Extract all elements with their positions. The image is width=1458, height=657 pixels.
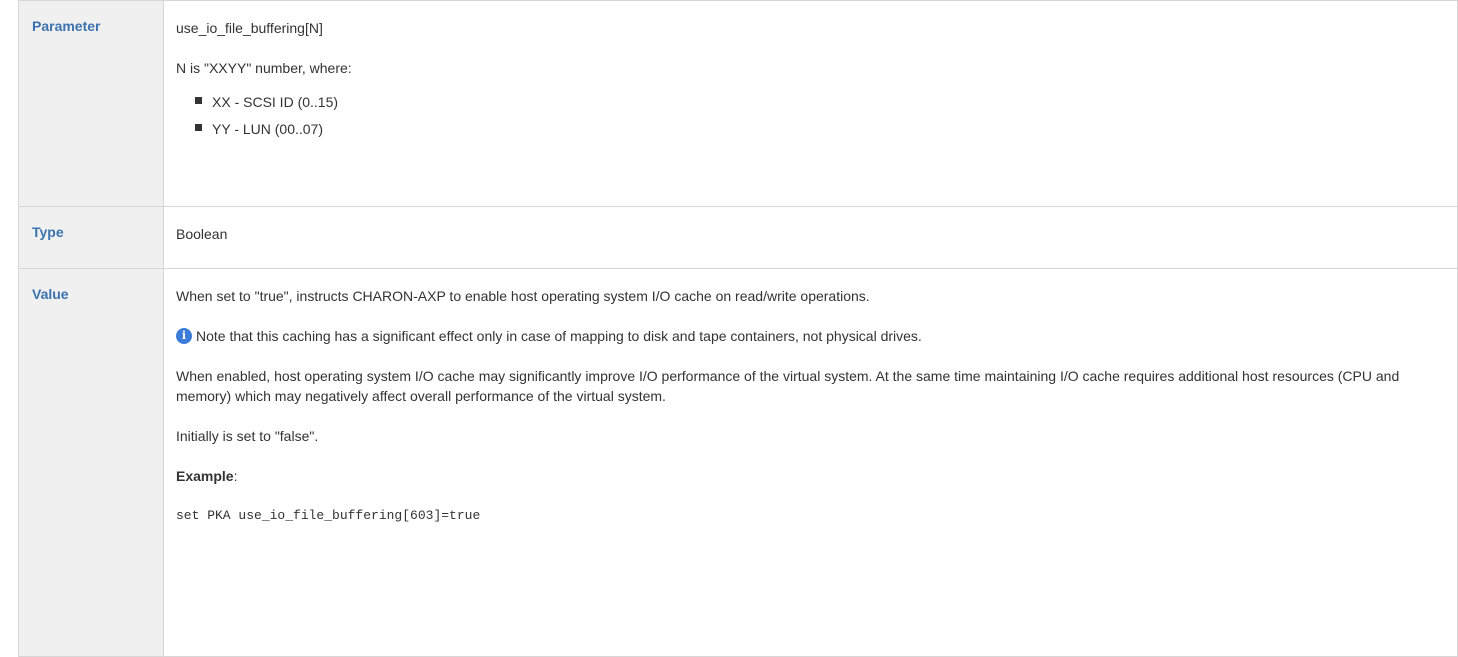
parameter-table: Parameter use_io_file_buffering[N] N is … (18, 0, 1458, 657)
parameter-description: N is "XXYY" number, where: (176, 60, 352, 76)
value-paragraph-2: When enabled, host operating system I/O … (176, 368, 1400, 404)
value-paragraph-1: When set to "true", instructs CHARON-AXP… (176, 288, 870, 304)
table-row-value: Value When set to "true", instructs CHAR… (18, 268, 1458, 657)
square-bullet-icon (195, 124, 202, 131)
header-cell-type: Type (18, 206, 164, 269)
info-note-text: Note that this caching has a significant… (196, 328, 922, 344)
list-item-text: XX - SCSI ID (0..15) (212, 94, 339, 110)
info-note: i Note that this caching has a significa… (176, 326, 1447, 346)
square-bullet-icon (195, 97, 202, 104)
list-item-text: YY - LUN (00..07) (212, 121, 324, 137)
value-cell-value: When set to "true", instructs CHARON-AXP… (163, 268, 1458, 657)
example-label: Example (176, 468, 234, 484)
example-code: set PKA use_io_file_buffering[603]=true (176, 508, 481, 523)
parameter-name: use_io_file_buffering[N] (176, 20, 323, 36)
value-cell-parameter: use_io_file_buffering[N] N is "XXYY" num… (163, 0, 1458, 207)
value-paragraph-3: Initially is set to "false". (176, 428, 319, 444)
example-colon: : (233, 468, 238, 484)
list-item: XX - SCSI ID (0..15) (195, 92, 1447, 119)
value-cell-type: Boolean (163, 206, 1458, 269)
header-cell-value: Value (18, 268, 164, 657)
header-cell-parameter: Parameter (18, 0, 164, 207)
bullet-list: XX - SCSI ID (0..15) YY - LUN (00..07) (176, 92, 1447, 146)
table-row-type: Type Boolean (18, 206, 1458, 269)
table-row-parameter: Parameter use_io_file_buffering[N] N is … (18, 0, 1458, 207)
info-icon: i (176, 328, 192, 344)
list-item: YY - LUN (00..07) (195, 119, 1447, 146)
example-heading: Example: (176, 466, 1447, 486)
